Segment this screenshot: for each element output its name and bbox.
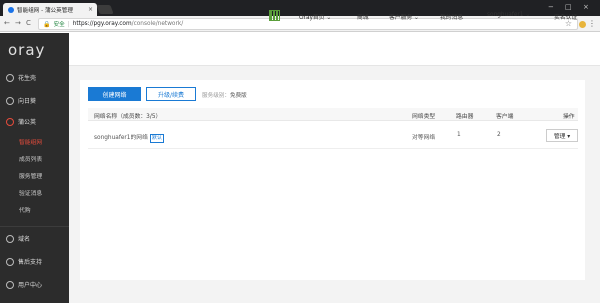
clients-cell: 2 xyxy=(497,132,501,138)
network-name-cell: songhuafer1的网络 默认 xyxy=(94,132,164,143)
support-icon xyxy=(6,257,14,266)
col-clients: 客户端 xyxy=(496,114,514,120)
col-routers: 路由器 xyxy=(456,114,474,120)
manage-dropdown-button[interactable]: 管理 ▾ xyxy=(546,129,578,142)
col-network-type: 网络类型 xyxy=(412,114,436,120)
nav-my-messages[interactable]: 我的消息 xyxy=(440,12,463,21)
sidebar-sub-purchase[interactable]: 代购 xyxy=(0,201,69,218)
back-icon[interactable]: ← xyxy=(4,19,10,27)
tab-close-icon[interactable]: × xyxy=(88,6,93,13)
maximize-icon[interactable]: □ xyxy=(565,3,572,11)
sidebar-item-label: 蒲公英 xyxy=(18,119,37,126)
nav-user-menu[interactable]: songhuafer1 ⌄ xyxy=(487,12,530,18)
window-close-icon[interactable]: × xyxy=(583,3,589,11)
network-type-cell: 对等网络 xyxy=(412,135,436,141)
dandelion-icon xyxy=(6,117,14,126)
create-network-button[interactable]: 创建网络 xyxy=(88,87,141,101)
nav-customer-service[interactable]: 客户服务 ⌄ xyxy=(389,12,419,21)
sidebar-sub-service-mgmt[interactable]: 服务管理 xyxy=(0,167,69,184)
sidebar: 花生壳 向日葵 蒲公英 智能组网 成员列表 服务管理 验证消息 代购 域名 售后… xyxy=(0,66,69,303)
service-level-value: 免费版 xyxy=(229,93,247,99)
sidebar-item-support[interactable]: 售后支持 xyxy=(0,250,69,273)
minimize-icon[interactable]: − xyxy=(548,3,554,11)
url-path: /console/network/ xyxy=(131,21,184,27)
nav-oray-home[interactable]: Oray首页 ⌄ xyxy=(299,12,331,21)
col-actions: 操作 xyxy=(563,114,575,120)
url-host: https://pgy.oray.com xyxy=(72,21,132,27)
browser-tab[interactable]: 智能组网 - 蒲公英管理 × xyxy=(3,3,97,16)
col-network-name: 网络名称（成员数：3/5） xyxy=(94,114,162,120)
browser-menu-icon[interactable]: ⋮ xyxy=(588,19,596,28)
reload-icon[interactable]: C xyxy=(26,19,31,27)
service-level: 服务级别：免费版 xyxy=(202,91,247,99)
sidebar-sub-smart-network[interactable]: 智能组网 xyxy=(0,133,69,150)
nav-shop[interactable]: 商城 xyxy=(357,12,369,21)
default-badge: 默认 xyxy=(149,134,164,143)
sidebar-sub-member-list[interactable]: 成员列表 xyxy=(0,150,69,167)
sidebar-item-label: 用户中心 xyxy=(18,282,43,289)
routers-cell: 1 xyxy=(457,132,461,138)
site-header xyxy=(0,33,600,66)
tab-title: 智能组网 - 蒲公英管理 xyxy=(17,7,73,14)
lock-icon: 🔒 xyxy=(43,20,51,28)
upgrade-renew-button[interactable]: 升级/续费 xyxy=(146,87,196,101)
sidebar-item-label: 域名 xyxy=(18,236,31,243)
sidebar-item-label: 售后支持 xyxy=(18,259,43,266)
network-name[interactable]: songhuafer1的网络 xyxy=(94,135,148,141)
qr-code-icon[interactable] xyxy=(269,10,280,21)
security-label: 安全 xyxy=(53,22,65,28)
service-level-label: 服务级别： xyxy=(202,93,230,99)
sidebar-sub-verify-msgs[interactable]: 验证消息 xyxy=(0,184,69,201)
nav-real-name-auth[interactable]: 实名认证 xyxy=(554,12,577,21)
sidebar-item-sunflower[interactable]: 向日葵 xyxy=(0,89,69,112)
tab-favicon-icon xyxy=(8,6,14,13)
sidebar-item-label: 向日葵 xyxy=(18,98,37,105)
url-text: https://pgy.oray.com/console/network/ xyxy=(73,21,183,27)
extension-icon[interactable] xyxy=(579,21,586,28)
sidebar-item-peanut[interactable]: 花生壳 xyxy=(0,66,69,89)
peanut-icon xyxy=(6,73,14,82)
sidebar-item-dandelion[interactable]: 蒲公英 xyxy=(0,110,69,133)
url-separator: | xyxy=(67,20,70,28)
forward-icon[interactable]: → xyxy=(15,19,21,27)
sidebar-item-domain[interactable]: 域名 xyxy=(0,227,69,250)
oray-logo[interactable]: oray xyxy=(8,41,45,59)
new-tab-button[interactable] xyxy=(96,5,114,14)
sidebar-item-label: 花生壳 xyxy=(18,75,37,82)
user-icon xyxy=(6,280,14,289)
logo-area: oray xyxy=(0,33,69,66)
sunflower-icon xyxy=(6,96,14,105)
sidebar-item-user-center[interactable]: 用户中心 xyxy=(0,273,69,296)
domain-icon xyxy=(6,234,14,243)
